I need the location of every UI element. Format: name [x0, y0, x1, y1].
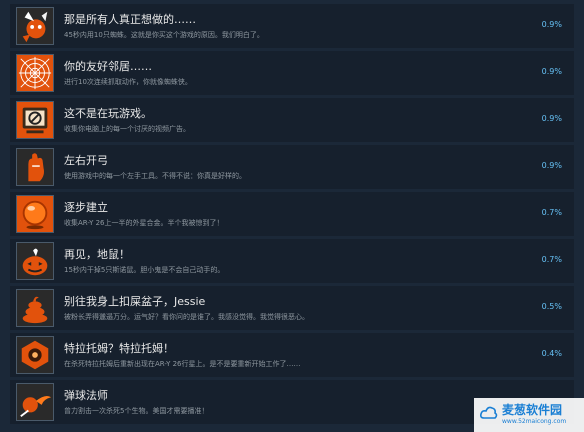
achievement-description: 15秒内干掉5只斯诺鼠。胆小鬼是不会自己动手的。 — [64, 266, 225, 274]
watermark-url: www.52maicong.com — [502, 418, 567, 425]
achievement-percent: 0.7% — [541, 255, 562, 264]
poop-icon — [16, 289, 54, 327]
achievement-description: 进行10次连续抓取动作，你就像蜘蛛侠。 — [64, 78, 192, 86]
orange-orb-icon — [16, 195, 54, 233]
achievement-title: 逐步建立 — [64, 201, 108, 214]
achievement-title: 左右开弓 — [64, 154, 108, 167]
achievement-row[interactable]: 再见，地鼠！ 15秒内干掉5只斯诺鼠。胆小鬼是不会自己动手的。 0.7% — [10, 239, 574, 286]
achievement-row[interactable]: 左右开弓 使用游戏中的每一个左手工具。不得不说：你真是好样的。 0.9% — [10, 145, 574, 192]
no-screen-icon — [16, 101, 54, 139]
achievement-description: 曾力割击一次杀死5个生物。美国才需要播准！ — [64, 407, 209, 415]
burnt-badge-icon — [16, 336, 54, 374]
achievement-row[interactable]: 这不是在玩游戏。 收集你电脑上的每一个讨厌的视频广告。 0.9% — [10, 98, 574, 145]
achievement-percent: 0.9% — [541, 161, 562, 170]
achievement-description: 被粉长弄得邋遢万分。运气好？看你问的是谁了。我感没觉得。我觉得很恶心。 — [64, 313, 309, 321]
pumpkin-icon — [16, 242, 54, 280]
achievement-description: 收集你电脑上的每一个讨厌的视频广告。 — [64, 125, 190, 133]
spider-web-icon — [16, 54, 54, 92]
achievement-row[interactable]: 你的友好邻居…… 进行10次连续抓取动作，你就像蜘蛛侠。 0.9% — [10, 51, 574, 98]
watermark-name: 麦葱软件园 — [502, 403, 563, 417]
achievement-row[interactable]: 逐步建立 收集AR-Y 26上一半的外星合金。半个我被惊到了！ 0.7% — [10, 192, 574, 239]
achievement-percent: 0.4% — [541, 349, 562, 358]
left-hand-icon — [16, 148, 54, 186]
achievement-title: 弹球法师 — [64, 389, 108, 402]
achievement-title: 你的友好邻居…… — [64, 60, 152, 73]
achievement-row[interactable]: 那是所有人真正想做的…… 45秒内用10只蜘蛛。这就是你买这个游戏的原因。我们明… — [10, 4, 574, 51]
achievement-percent: 0.9% — [541, 20, 562, 29]
achievement-description: 收集AR-Y 26上一半的外星合金。半个我被惊到了！ — [64, 219, 224, 227]
achievement-title: 这不是在玩游戏。 — [64, 107, 152, 120]
achievement-percent: 0.9% — [541, 67, 562, 76]
achievement-percent: 0.9% — [541, 114, 562, 123]
cloud-logo-icon — [480, 406, 498, 419]
achievement-title: 那是所有人真正想做的…… — [64, 13, 196, 26]
fireball-icon — [16, 383, 54, 421]
achievement-description: 45秒内用10只蜘蛛。这就是你买这个游戏的原因。我们明白了。 — [64, 31, 264, 39]
achievement-description: 在杀死特拉托姆后重新出现在AR-Y 26行星上。是不是要重新开始工作了…… — [64, 360, 301, 368]
achievement-title: 别往我身上扣屎盆子，Jessie — [64, 295, 206, 308]
achievement-title: 再见，地鼠！ — [64, 248, 130, 261]
achievement-row[interactable]: 特拉托姆？特拉托姆！ 在杀死特拉托姆后重新出现在AR-Y 26行星上。是不是要重… — [10, 333, 574, 380]
achievement-percent: 0.5% — [541, 302, 562, 311]
achievement-row[interactable]: 别往我身上扣屎盆子，Jessie 被粉长弄得邋遢万分。运气好？看你问的是谁了。我… — [10, 286, 574, 333]
bomb-mascot-icon — [16, 7, 54, 45]
achievement-description: 使用游戏中的每一个左手工具。不得不说：你真是好样的。 — [64, 172, 246, 180]
achievement-percent: 0.7% — [541, 208, 562, 217]
watermark: 麦葱软件园 www.52maicong.com — [474, 398, 584, 432]
achievement-title: 特拉托姆？特拉托姆！ — [64, 342, 174, 355]
